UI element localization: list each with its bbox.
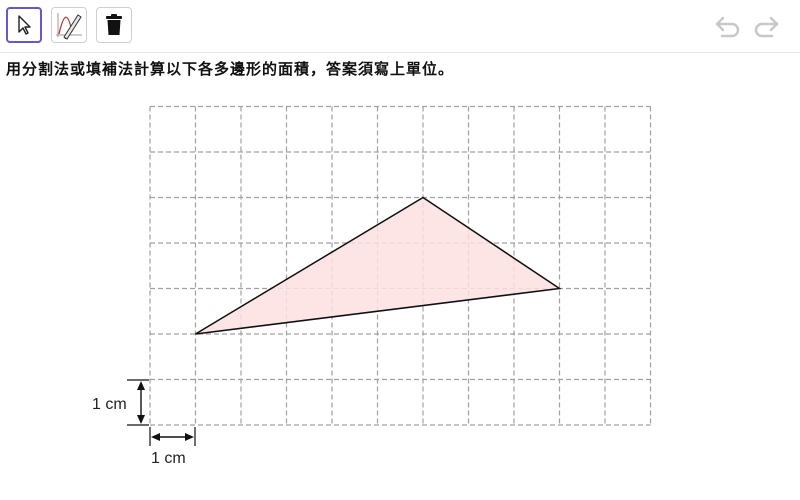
vertical-scale-marker: [127, 379, 149, 426]
horizontal-scale-label: 1 cm: [151, 450, 186, 467]
horizontal-scale-marker: [149, 427, 196, 446]
geometry-canvas[interactable]: 1 cm 1 cm: [0, 0, 800, 500]
vertical-scale-label: 1 cm: [92, 396, 127, 413]
triangle-polygon[interactable]: [195, 196, 562, 335]
